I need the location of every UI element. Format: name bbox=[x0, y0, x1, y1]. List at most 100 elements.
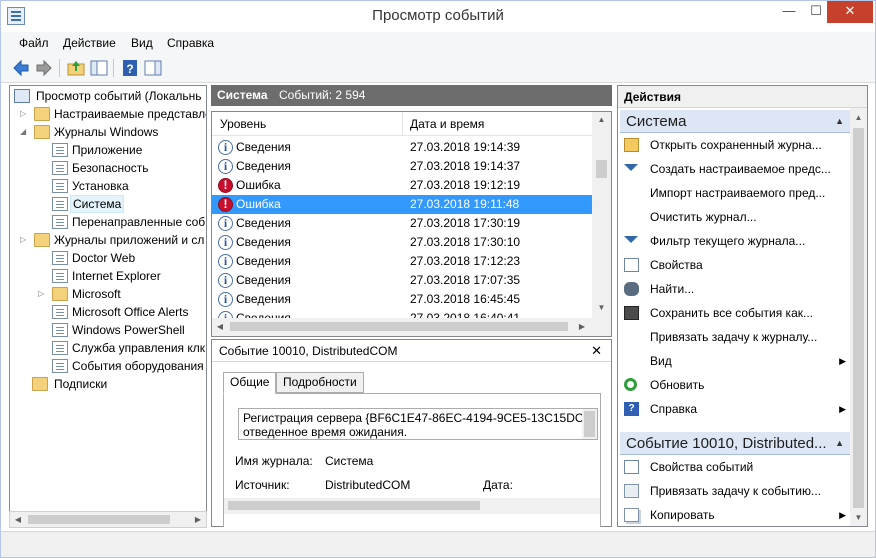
scroll-up-icon[interactable]: ▲ bbox=[850, 110, 867, 126]
tree-label: Настраиваемые представле bbox=[54, 107, 207, 121]
scroll-left-icon[interactable]: ◀ bbox=[10, 512, 26, 527]
refresh-icon bbox=[624, 378, 637, 391]
up-folder-icon[interactable] bbox=[66, 58, 86, 78]
table-horizontal-scrollbar[interactable]: ◀ ▶ bbox=[212, 318, 592, 336]
minimize-button[interactable]: — bbox=[775, 1, 803, 23]
table-vertical-scrollbar[interactable]: ▲ ▼ bbox=[592, 112, 611, 336]
action-item[interactable]: Импорт настраиваемого пред... bbox=[622, 182, 850, 204]
scroll-right-icon[interactable]: ▶ bbox=[574, 318, 590, 336]
toolbar-separator bbox=[113, 59, 114, 77]
log-icon bbox=[52, 251, 68, 265]
action-item[interactable]: Свойства bbox=[622, 254, 850, 276]
log-icon bbox=[52, 341, 68, 355]
menu-action[interactable]: Действие bbox=[63, 36, 116, 50]
close-window-button[interactable]: ✕ bbox=[827, 1, 873, 23]
tab-general[interactable]: Общие bbox=[223, 372, 277, 394]
detail-horizontal-scrollbar[interactable] bbox=[224, 498, 600, 514]
close-detail-icon[interactable]: ✕ bbox=[591, 340, 602, 362]
actions-vertical-scrollbar[interactable]: ▲ ▼ bbox=[850, 108, 867, 526]
expand-icon[interactable]: ▷ bbox=[20, 105, 30, 123]
actions-section-system[interactable]: Система ▲ bbox=[620, 110, 850, 133]
log-header: Система Событий: 2 594 bbox=[211, 85, 612, 106]
save-icon bbox=[624, 306, 639, 320]
title-bar[interactable]: Просмотр событий — ☐ ✕ bbox=[1, 1, 875, 32]
table-row[interactable]: Сведения 27.03.2018 17:30:19 bbox=[212, 214, 592, 233]
table-row[interactable]: Сведения 27.03.2018 16:45:45 bbox=[212, 290, 592, 309]
log-name-label: Имя журнала: bbox=[235, 454, 313, 468]
table-row[interactable]: Ошибка 27.03.2018 19:12:19 bbox=[212, 176, 592, 195]
action-item[interactable]: Копировать ▶ bbox=[622, 504, 850, 526]
scroll-right-icon[interactable]: ▶ bbox=[190, 512, 206, 527]
scroll-thumb[interactable] bbox=[230, 322, 568, 331]
message-line: Регистрация сервера {BF6C1E47-86EC-4194-… bbox=[243, 411, 598, 425]
scroll-left-icon[interactable]: ◀ bbox=[212, 318, 228, 336]
action-label: Привязать задачу к журналу... bbox=[650, 330, 818, 344]
action-item[interactable]: Найти... bbox=[622, 278, 850, 300]
scroll-up-icon[interactable]: ▲ bbox=[592, 112, 611, 128]
tree-label: Журналы приложений и сл bbox=[54, 233, 205, 247]
message-scrollbar[interactable] bbox=[582, 409, 597, 439]
scroll-thumb[interactable] bbox=[584, 411, 595, 437]
action-item[interactable]: Фильтр текущего журнала... bbox=[622, 230, 850, 252]
tree-horizontal-scrollbar[interactable]: ◀ ▶ bbox=[9, 511, 207, 528]
log-icon bbox=[52, 305, 68, 319]
forward-arrow-icon[interactable] bbox=[34, 58, 54, 78]
subscriptions-icon bbox=[32, 377, 48, 391]
level-cell: Сведения bbox=[236, 292, 291, 306]
action-item[interactable]: ? Справка ▶ bbox=[622, 398, 850, 420]
scroll-down-icon[interactable]: ▼ bbox=[850, 510, 867, 526]
scroll-down-icon[interactable]: ▼ bbox=[592, 300, 611, 316]
event-message-box[interactable]: Регистрация сервера {BF6C1E47-86EC-4194-… bbox=[238, 408, 598, 440]
action-item[interactable]: Свойства событий bbox=[622, 456, 850, 478]
tree-label: Приложение bbox=[72, 143, 143, 157]
tab-details[interactable]: Подробности bbox=[276, 372, 364, 393]
action-pane-icon[interactable] bbox=[143, 58, 163, 78]
binoculars-icon bbox=[624, 282, 639, 296]
scroll-thumb[interactable] bbox=[28, 515, 170, 524]
menu-file[interactable]: Файл bbox=[19, 36, 49, 50]
console-tree-icon[interactable] bbox=[89, 58, 109, 78]
table-row[interactable]: Ошибка 27.03.2018 19:11:48 bbox=[212, 195, 592, 214]
scroll-thumb[interactable] bbox=[228, 501, 480, 510]
properties-icon bbox=[624, 258, 639, 272]
action-item[interactable]: Привязать задачу к событию... bbox=[622, 480, 850, 502]
action-item[interactable]: Очистить журнал... bbox=[622, 206, 850, 228]
action-item[interactable]: Вид ▶ bbox=[622, 350, 850, 372]
info-icon bbox=[218, 233, 233, 252]
table-row[interactable]: Сведения 27.03.2018 17:07:35 bbox=[212, 271, 592, 290]
datetime-cell: 27.03.2018 19:11:48 bbox=[410, 197, 520, 211]
table-row[interactable]: Сведения 27.03.2018 19:14:39 bbox=[212, 138, 592, 157]
expand-icon[interactable]: ▷ bbox=[20, 231, 30, 249]
action-item[interactable]: Сохранить все события как... bbox=[622, 302, 850, 324]
table-row[interactable]: Сведения 27.03.2018 17:12:23 bbox=[212, 252, 592, 271]
menu-help[interactable]: Справка bbox=[167, 36, 214, 50]
maximize-button[interactable]: ☐ bbox=[803, 1, 829, 23]
column-level[interactable]: Уровень bbox=[220, 117, 266, 131]
scroll-thumb[interactable] bbox=[596, 160, 607, 178]
collapse-icon[interactable]: ◢ bbox=[20, 123, 30, 141]
actions-section-event[interactable]: Событие 10010, Distributed... ▲ bbox=[620, 432, 850, 455]
action-label: Сохранить все события как... bbox=[650, 306, 813, 320]
action-item[interactable]: Привязать задачу к журналу... bbox=[622, 326, 850, 348]
submenu-arrow-icon: ▶ bbox=[839, 404, 846, 414]
back-arrow-icon[interactable] bbox=[11, 58, 31, 78]
help-icon[interactable]: ? bbox=[120, 58, 140, 78]
scroll-thumb[interactable] bbox=[853, 128, 864, 508]
info-icon bbox=[218, 271, 233, 290]
tree-label: Подписки bbox=[54, 377, 108, 391]
collapse-section-icon[interactable]: ▲ bbox=[835, 110, 844, 133]
expand-icon[interactable]: ▷ bbox=[38, 285, 48, 303]
table-row[interactable]: Сведения 27.03.2018 19:14:37 bbox=[212, 157, 592, 176]
table-row[interactable]: Сведения 27.03.2018 17:30:10 bbox=[212, 233, 592, 252]
column-divider[interactable] bbox=[402, 112, 403, 136]
action-item[interactable]: Создать настраиваемое предс... bbox=[622, 158, 850, 180]
help-icon: ? bbox=[624, 402, 639, 416]
detail-header: Событие 10010, DistributedCOM ✕ bbox=[212, 340, 611, 362]
window-title: Просмотр событий bbox=[372, 7, 504, 24]
event-detail-pane: Событие 10010, DistributedCOM ✕ Общие По… bbox=[211, 339, 612, 527]
menu-view[interactable]: Вид bbox=[131, 36, 153, 50]
action-item[interactable]: Открыть сохраненный журна... bbox=[622, 134, 850, 156]
collapse-section-icon[interactable]: ▲ bbox=[835, 432, 844, 455]
action-item[interactable]: Обновить bbox=[622, 374, 850, 396]
column-datetime[interactable]: Дата и время bbox=[410, 117, 484, 131]
